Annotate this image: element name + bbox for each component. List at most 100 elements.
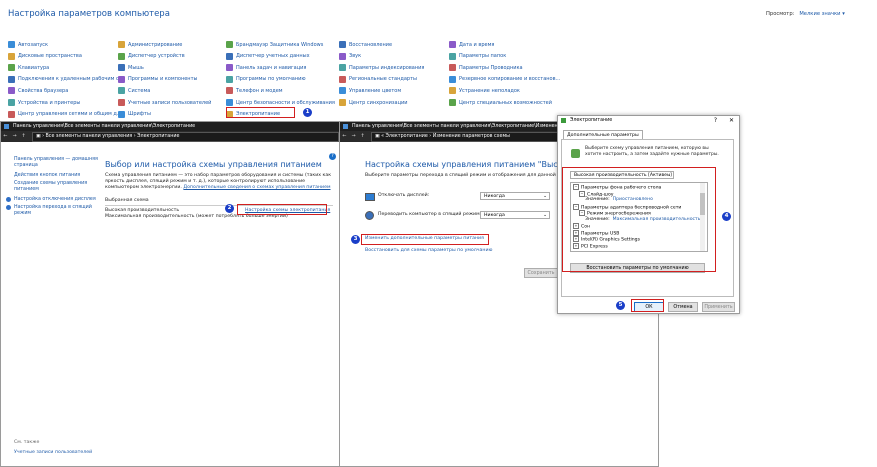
cancel-button[interactable]: Отмена: [668, 302, 698, 312]
step-badge-5: 5: [616, 301, 625, 310]
up-arrow-icon[interactable]: ↑: [19, 134, 28, 139]
cp-item-label: Диспетчер учетных данных: [236, 53, 310, 60]
cp-item-label: Свойства браузера: [18, 87, 69, 94]
cp-item-label: Центр синхронизации: [349, 99, 408, 106]
dialog-intro: Выберите схему управления питанием, кото…: [585, 146, 719, 157]
cp-item[interactable]: Подключения к удаленным рабочим с...: [8, 74, 124, 85]
close-icon[interactable]: ✕: [729, 116, 734, 125]
cp-item-icon: [8, 75, 15, 83]
cp-item[interactable]: Телефон и модем: [226, 85, 283, 96]
view-label: Просмотр:: [766, 11, 795, 17]
help-button[interactable]: ?: [714, 116, 717, 125]
cp-item[interactable]: Автозапуск: [8, 39, 48, 50]
crumb-all-items[interactable]: Все элементы панели управления: [46, 134, 133, 139]
crumb-edit-plan[interactable]: Изменение параметров схемы: [433, 134, 510, 139]
back-arrow-icon[interactable]: ←: [1, 134, 10, 139]
forward-arrow-icon[interactable]: →: [10, 134, 19, 139]
up-arrow-icon[interactable]: ↑: [358, 134, 367, 139]
highlight-box-2: [237, 204, 327, 215]
cp-item[interactable]: Параметры папок: [449, 51, 506, 62]
cp-item[interactable]: Мышь: [118, 62, 144, 73]
cp-item-icon: [118, 75, 125, 83]
cp-item-icon: [339, 41, 346, 48]
cp-item[interactable]: Программы по умолчанию: [226, 74, 306, 85]
dialog-titlebar: Электропитание ? ✕: [558, 116, 739, 125]
crumb-power[interactable]: Электропитание: [137, 134, 179, 139]
cp-item[interactable]: Дата и время: [449, 39, 494, 50]
sidebar-home-link[interactable]: Панель управления — домашняя страница: [14, 157, 104, 169]
sidebar-create-plan[interactable]: Создание схемы управления питанием: [14, 181, 104, 193]
window1-heading: Выбор или настройка схемы управления пит…: [105, 160, 322, 169]
view-value[interactable]: Мелкие значки: [799, 11, 840, 17]
cp-item-icon: [8, 52, 15, 60]
cp-item[interactable]: Система: [118, 85, 150, 96]
window1-address-bar[interactable]: ← → ↑ ▣ › Все элементы панели управления…: [1, 131, 339, 142]
chevron-down-icon[interactable]: ▾: [842, 11, 845, 17]
cp-item-label: Администрирование: [128, 41, 183, 48]
view-selector[interactable]: Просмотр: Мелкие значки ▾: [766, 11, 845, 17]
cp-item[interactable]: Дисковые пространства: [8, 51, 82, 62]
window1-titlebar: Панель управления\Все элементы панели уп…: [1, 122, 339, 131]
restore-defaults-link[interactable]: Восстановить для схемы параметры по умол…: [365, 248, 492, 254]
cp-item-label: Центр специальных возможностей: [459, 99, 552, 106]
cp-item[interactable]: Центр управления сетями и общим д...: [8, 109, 122, 120]
cp-item[interactable]: Параметры Проводника: [449, 62, 523, 73]
cp-item[interactable]: Управление цветом: [339, 85, 401, 96]
cp-item[interactable]: Центр специальных возможностей: [449, 97, 552, 108]
cp-item-icon: [339, 99, 346, 106]
cp-item[interactable]: Учетные записи пользователей: [118, 97, 211, 108]
sleep-select[interactable]: Никогда ⌄: [480, 211, 550, 219]
cp-item-icon: [226, 64, 233, 72]
sidebar-power-buttons[interactable]: Действия кнопок питания: [14, 173, 104, 178]
cp-item[interactable]: Центр синхронизации: [339, 97, 408, 108]
cp-item[interactable]: Администрирование: [118, 39, 182, 50]
help-icon[interactable]: ?: [329, 153, 336, 160]
cp-item-icon: [8, 110, 15, 118]
cp-item[interactable]: Клавиатура: [8, 62, 49, 73]
cp-item[interactable]: Панель задач и навигация: [226, 62, 306, 73]
display-off-select[interactable]: Никогда ⌄: [480, 192, 550, 200]
cp-item[interactable]: Звук: [339, 51, 361, 62]
sleep-label: Переводить компьютер в спящий режим:: [378, 212, 482, 217]
cp-item-label: Центр управления сетями и общим д...: [18, 111, 122, 118]
cp-item[interactable]: Резервное копирование и восстанов...: [449, 74, 560, 85]
user-accounts-link[interactable]: Учетные записи пользователей: [14, 450, 92, 456]
cp-item-label: Программы по умолчанию: [236, 76, 306, 83]
power-icon: [561, 118, 566, 123]
cp-item-label: Клавиатура: [18, 64, 50, 71]
cp-item-icon: [118, 64, 125, 72]
step-badge-3: 3: [351, 235, 360, 244]
cp-item[interactable]: Устранение неполадок: [449, 85, 520, 96]
cp-item-icon: [8, 64, 15, 72]
cp-item[interactable]: Диспетчер учетных данных: [226, 51, 310, 62]
cp-item[interactable]: Устройства и принтеры: [8, 97, 80, 108]
cp-item-label: Региональные стандарты: [349, 76, 417, 83]
more-info-link[interactable]: Дополнительные сведения о схемах управле…: [183, 185, 330, 190]
sleep-shield-icon: [6, 205, 11, 210]
cp-item[interactable]: Диспетчер устройств: [118, 51, 185, 62]
forward-arrow-icon[interactable]: →: [349, 134, 358, 139]
save-button[interactable]: Сохранить: [524, 268, 558, 278]
crumb-power[interactable]: Электропитание: [386, 134, 428, 139]
display-off-value: Никогда: [484, 194, 505, 199]
apply-button[interactable]: Применить: [702, 302, 735, 312]
cp-item[interactable]: Брандмауэр Защитника Windows: [226, 39, 323, 50]
cp-item[interactable]: Параметры индексирования: [339, 62, 424, 73]
address-field[interactable]: ▣ › Все элементы панели управления › Эле…: [32, 131, 339, 142]
cp-item-label: Дата и время: [459, 41, 495, 48]
cp-item[interactable]: Шрифты: [118, 109, 151, 120]
cp-item[interactable]: Программы и компоненты: [118, 74, 197, 85]
cp-item-icon: [226, 52, 233, 60]
sidebar-display-off-label: Настройка отключения дисплея: [14, 197, 96, 202]
cp-item[interactable]: Региональные стандарты: [339, 74, 417, 85]
cp-item-label: Брандмауэр Защитника Windows: [236, 41, 324, 48]
cp-item-label: Панель задач и навигация: [236, 64, 307, 71]
cp-item[interactable]: Восстановление: [339, 39, 392, 50]
sidebar-display-off[interactable]: Настройка отключения дисплея: [6, 197, 104, 202]
cp-item[interactable]: Свойства браузера: [8, 85, 68, 96]
back-arrow-icon[interactable]: ←: [340, 134, 349, 139]
cp-item-label: Подключения к удаленным рабочим с...: [18, 76, 124, 83]
cp-item-label: Параметры индексирования: [349, 64, 425, 71]
sidebar-sleep[interactable]: Настройка перехода в спящий режим: [6, 205, 104, 217]
sidebar-sleep-label: Настройка перехода в спящий режим: [14, 205, 92, 216]
